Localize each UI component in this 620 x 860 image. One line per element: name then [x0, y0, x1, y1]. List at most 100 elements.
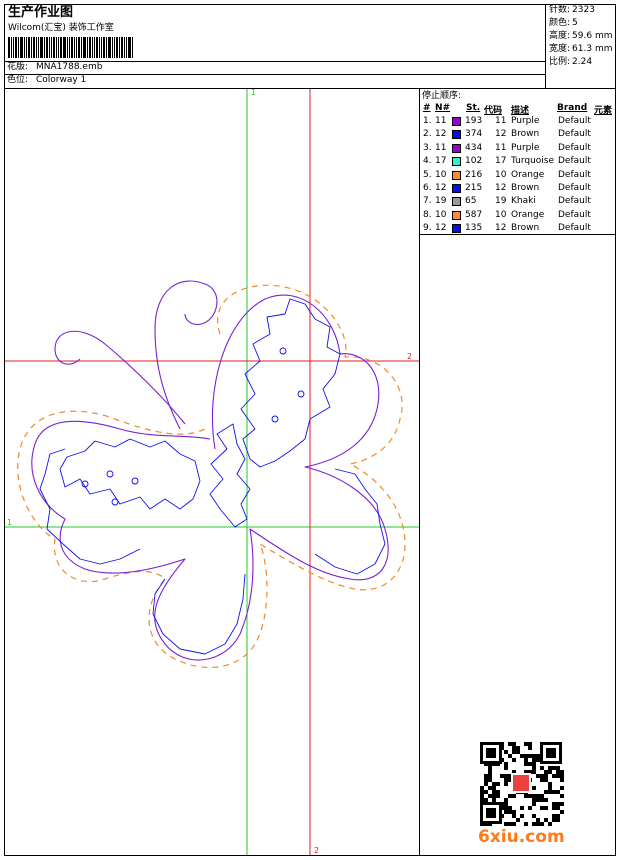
row-index: 9.: [423, 223, 432, 234]
row-code: 19: [495, 196, 507, 207]
row-description: Brown: [511, 183, 540, 193]
color-swatch: [452, 210, 461, 220]
qr-module: [556, 814, 560, 818]
qr-module: [512, 742, 516, 746]
barcode-bar: [99, 37, 100, 58]
qr-module: [560, 802, 564, 806]
barcode-bar: [11, 37, 12, 58]
qr-module: [544, 770, 548, 774]
color-swatch: [452, 170, 461, 180]
qr-module: [548, 822, 552, 826]
qr-module: [560, 794, 564, 798]
qr-module: [488, 770, 492, 774]
qr-module: [524, 742, 528, 746]
barcode: [8, 37, 140, 58]
qr-module: [504, 782, 508, 786]
qr-module: [528, 754, 532, 758]
qr-module: [532, 770, 536, 774]
qr-module: [504, 822, 508, 826]
qr-module: [536, 774, 540, 778]
qr-module: [484, 790, 488, 794]
qr-module: [546, 748, 556, 758]
qr-module: [508, 742, 512, 746]
qr-module: [504, 806, 508, 810]
row-brand: Default: [558, 129, 591, 140]
qr-module: [552, 790, 556, 794]
barcode-bar: [8, 37, 10, 58]
qr-module: [540, 794, 544, 798]
barcode-bar: [58, 37, 59, 58]
qr-module: [516, 750, 520, 754]
qr-module: [548, 782, 552, 786]
stat-label: 比例:: [549, 57, 571, 67]
row-brand: Default: [558, 116, 591, 126]
qr-module: [488, 778, 492, 782]
guide-label-red-bottom: 2: [314, 846, 319, 855]
color-swatch: [452, 224, 461, 234]
butterfly-embroidery: [17, 280, 406, 668]
qr-module: [524, 794, 528, 798]
qr-module: [536, 758, 540, 762]
table-row: 8. 10 587 10 Orange Default: [421, 209, 617, 222]
stat-row: 颜色: 5: [549, 18, 578, 29]
stat-label: 针数:: [549, 5, 571, 15]
barcode-bar: [60, 37, 62, 58]
barcode-bar: [13, 37, 14, 58]
qr-module: [548, 786, 552, 790]
qr-module: [556, 806, 560, 810]
panel-divider-vertical: [419, 88, 420, 856]
stat-value: 59.6 mm: [572, 31, 613, 41]
qr-module: [536, 798, 540, 802]
qr-module: [504, 810, 508, 814]
qr-module: [512, 794, 516, 798]
row-index: 3.: [423, 142, 432, 153]
qr-module: [524, 754, 528, 758]
qr-module: [492, 794, 496, 798]
table-row: 5. 10 216 10 Orange Default: [421, 169, 617, 182]
qr-module: [513, 775, 529, 791]
design-canvas: 1 1 2 2: [5, 89, 419, 855]
table-row: 4. 17 102 17 Turquoise Default: [421, 155, 617, 168]
row-description: Purple: [511, 142, 540, 153]
row-code: 10: [495, 209, 507, 220]
row-needle: 12: [435, 223, 447, 234]
qr-module: [528, 762, 532, 766]
row-stitches: 587: [465, 209, 483, 220]
barcode-bar: [121, 37, 123, 58]
qr-module: [504, 798, 508, 802]
qr-module: [524, 822, 528, 826]
row-stitches: 216: [465, 169, 483, 180]
company-name: Wilcom(汇宝) 装饰工作室: [8, 23, 114, 33]
row-needle: 10: [435, 169, 447, 180]
barcode-bar: [119, 37, 120, 58]
barcode-bar: [96, 37, 98, 58]
barcode-bar: [112, 37, 113, 58]
barcode-bar: [67, 37, 68, 58]
row-stitches: 434: [465, 142, 483, 153]
stat-row: 比例: 2.24: [549, 57, 592, 68]
qr-module: [544, 774, 548, 778]
barcode-bar: [89, 37, 91, 58]
qr-module: [480, 798, 484, 802]
barcode-bar: [46, 37, 48, 58]
barcode-bar: [53, 37, 55, 58]
table-row: 2. 12 374 12 Brown Default: [421, 128, 617, 141]
qr-module: [484, 782, 488, 786]
qr-module: [536, 754, 540, 758]
row-needle: 10: [435, 209, 447, 220]
qr-module: [484, 778, 488, 782]
qr-module: [536, 794, 540, 798]
barcode-bar: [83, 37, 86, 58]
qr-module: [540, 766, 544, 770]
qr-module: [480, 786, 484, 790]
row-needle: 12: [435, 183, 447, 193]
barcode-bar: [132, 37, 133, 58]
table-row: 6. 12 215 12 Brown Default: [421, 182, 617, 195]
qr-module: [508, 822, 512, 826]
barcode-bar: [87, 37, 88, 58]
row-description: Brown: [511, 223, 540, 234]
qr-module: [544, 790, 548, 794]
qr-module: [556, 774, 560, 778]
qr-module: [488, 794, 492, 798]
barcode-bar: [81, 37, 82, 58]
